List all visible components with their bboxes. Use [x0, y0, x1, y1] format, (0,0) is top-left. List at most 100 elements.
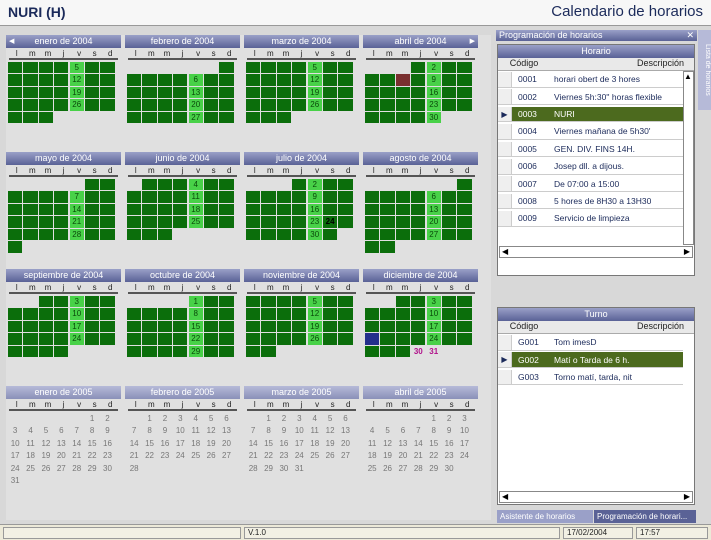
month-title[interactable]: junio de 2004 — [125, 152, 240, 165]
day-cell[interactable] — [365, 191, 380, 203]
day-cell[interactable]: 8 — [85, 425, 99, 436]
day-cell[interactable] — [395, 296, 411, 308]
day-cell[interactable]: 13 — [396, 438, 410, 449]
day-cell[interactable] — [261, 216, 276, 228]
day-cell[interactable] — [23, 216, 38, 228]
day-cell[interactable]: 31 — [8, 475, 22, 486]
day-cell[interactable] — [127, 99, 142, 111]
day-cell[interactable] — [54, 86, 69, 99]
day-cell[interactable] — [54, 216, 69, 228]
day-cell[interactable]: 18 — [308, 438, 322, 449]
day-cell[interactable] — [338, 203, 353, 216]
day-cell[interactable] — [411, 74, 426, 86]
day-cell[interactable] — [246, 111, 261, 124]
day-cell[interactable]: 31 — [292, 463, 306, 474]
day-cell[interactable]: 19 — [307, 86, 322, 99]
day-cell[interactable] — [246, 191, 261, 203]
day-cell[interactable]: 17 — [426, 320, 441, 333]
day-cell[interactable] — [380, 228, 395, 241]
day-cell[interactable]: 26 — [380, 463, 394, 474]
day-cell[interactable] — [100, 308, 115, 320]
day-cell[interactable] — [261, 320, 276, 333]
day-cell[interactable] — [84, 191, 100, 203]
day-cell[interactable] — [23, 74, 38, 86]
day-cell[interactable] — [203, 74, 219, 86]
day-cell[interactable] — [322, 228, 338, 241]
day-cell[interactable] — [8, 62, 23, 74]
day-cell[interactable]: 19 — [323, 438, 337, 449]
day-cell[interactable] — [292, 296, 307, 308]
day-cell[interactable] — [84, 320, 100, 333]
day-cell[interactable] — [380, 241, 395, 253]
day-cell[interactable] — [219, 62, 234, 74]
day-cell[interactable] — [261, 191, 276, 203]
day-cell[interactable] — [322, 86, 338, 99]
day-cell[interactable] — [38, 216, 54, 228]
day-cell[interactable]: 23 — [307, 216, 322, 228]
day-cell[interactable]: 5 — [323, 413, 337, 424]
day-cell[interactable]: 1 — [142, 413, 156, 424]
day-cell[interactable]: 7 — [70, 425, 84, 436]
day-cell[interactable] — [173, 179, 188, 191]
day-cell[interactable] — [292, 99, 307, 111]
day-cell[interactable] — [365, 99, 380, 111]
day-cell[interactable] — [173, 86, 188, 99]
day-cell[interactable]: 17 — [173, 438, 187, 449]
day-cell[interactable] — [54, 333, 69, 345]
day-cell[interactable] — [261, 86, 276, 99]
month-title[interactable]: julio de 2004 — [244, 152, 359, 165]
day-cell[interactable] — [219, 191, 234, 203]
day-cell[interactable] — [365, 216, 380, 228]
day-cell[interactable]: 24 — [69, 333, 84, 345]
day-cell[interactable]: 5 — [380, 425, 394, 436]
day-cell[interactable]: 30 — [307, 228, 322, 241]
day-cell[interactable] — [246, 203, 261, 216]
day-cell[interactable] — [23, 191, 38, 203]
day-cell[interactable] — [292, 216, 307, 228]
day-cell[interactable]: 5 — [307, 62, 322, 74]
day-cell[interactable]: 6 — [338, 413, 352, 424]
day-cell[interactable] — [457, 320, 472, 333]
day-cell[interactable]: 13 — [54, 438, 68, 449]
side-tab-lista-horarios[interactable]: Lista de horarios — [698, 30, 711, 110]
day-cell[interactable] — [173, 111, 188, 124]
day-cell[interactable]: 14 — [69, 203, 84, 216]
day-cell[interactable]: 22 — [188, 333, 203, 345]
day-cell[interactable] — [203, 203, 219, 216]
day-cell[interactable]: 26 — [204, 450, 218, 461]
day-cell[interactable] — [84, 203, 100, 216]
day-cell[interactable]: 15 — [142, 438, 156, 449]
day-cell[interactable] — [8, 99, 23, 111]
day-cell[interactable] — [292, 191, 307, 203]
day-cell[interactable] — [365, 308, 380, 320]
day-cell[interactable]: 16 — [100, 438, 114, 449]
day-cell[interactable]: 28 — [127, 463, 141, 474]
day-cell[interactable] — [203, 111, 219, 124]
day-cell[interactable]: 17 — [457, 438, 471, 449]
table-row[interactable]: G003 Torno matí, tarda, nit — [498, 369, 683, 386]
day-cell[interactable] — [173, 191, 188, 203]
day-cell[interactable] — [54, 308, 69, 320]
day-cell[interactable]: 16 — [158, 438, 172, 449]
day-cell[interactable] — [441, 203, 457, 216]
day-cell[interactable] — [380, 191, 395, 203]
table-row[interactable]: 0008 5 hores de 8H30 a 13H30 — [498, 193, 683, 210]
day-cell[interactable] — [441, 308, 457, 320]
day-cell[interactable]: 14 — [411, 438, 425, 449]
day-cell[interactable] — [365, 241, 380, 253]
day-cell[interactable]: 12 — [380, 438, 394, 449]
day-cell[interactable]: 3 — [457, 413, 471, 424]
day-cell[interactable]: 11 — [365, 438, 379, 449]
day-cell[interactable]: 16 — [277, 438, 291, 449]
day-cell[interactable] — [84, 179, 100, 191]
month-title[interactable]: agosto de 2004 — [363, 152, 478, 165]
day-cell[interactable] — [395, 86, 411, 99]
day-cell[interactable] — [157, 216, 173, 228]
day-cell[interactable] — [23, 111, 38, 124]
day-cell[interactable] — [157, 345, 173, 358]
day-cell[interactable]: 11 — [308, 425, 322, 436]
day-cell[interactable] — [38, 99, 54, 111]
day-cell[interactable] — [246, 86, 261, 99]
day-cell[interactable]: 5 — [204, 413, 218, 424]
day-cell[interactable] — [38, 333, 54, 345]
